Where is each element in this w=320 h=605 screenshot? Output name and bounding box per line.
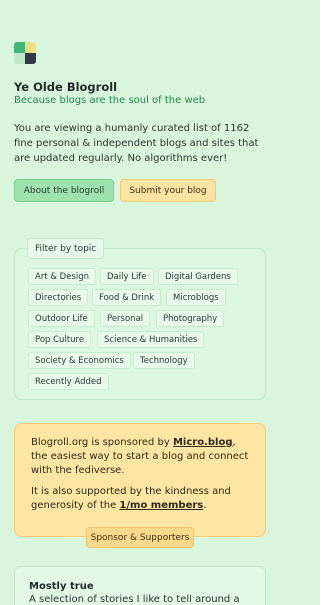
topic-tag-technology[interactable]: Technology xyxy=(133,352,195,369)
topic-tag-food-drink[interactable]: Food & Drink xyxy=(92,289,162,306)
page: Ye Olde Blogroll Because blogs are the s… xyxy=(0,0,280,605)
site-title[interactable]: Ye Olde Blogroll xyxy=(14,80,117,94)
blogroll-logo-icon[interactable] xyxy=(14,42,36,64)
topic-tag-daily-life[interactable]: Daily Life xyxy=(100,268,154,285)
topic-tag-digital-gardens[interactable]: Digital Gardens xyxy=(158,268,238,285)
topic-tag-personal[interactable]: Personal xyxy=(100,310,151,327)
members-text-part: . xyxy=(203,500,207,511)
topic-tag-science-humanities[interactable]: Science & Humanities xyxy=(97,331,205,348)
story-text: A selection of stories I like to tell ar… xyxy=(29,594,240,605)
members-text: It is also supported by the kindness and… xyxy=(31,485,251,513)
story-title: Mostly true xyxy=(29,581,94,592)
sponsor-supporters-button[interactable]: Sponsor & Supporters xyxy=(86,527,194,548)
topic-tag-art-design[interactable]: Art & Design xyxy=(28,268,97,285)
intro-text: You are viewing a humanly curated list o… xyxy=(14,123,259,164)
sponsor-text: Blogroll.org is sponsored by Micro.blog,… xyxy=(31,436,251,478)
topic-tag-recently-added[interactable]: Recently Added xyxy=(28,373,109,390)
site-tagline: Because blogs are the soul of the web xyxy=(14,95,206,106)
topic-tag-pop-culture[interactable]: Pop Culture xyxy=(28,331,92,348)
topic-tag-directories[interactable]: Directories xyxy=(28,289,89,306)
topic-tag-photography[interactable]: Photography xyxy=(156,310,225,327)
topic-tag-outdoor-life[interactable]: Outdoor Life xyxy=(28,310,95,327)
sponsor-panel: Blogroll.org is sponsored by Micro.blog,… xyxy=(14,423,266,537)
members-link[interactable]: 1/mo members xyxy=(119,500,203,511)
about-blogroll-button[interactable]: About the blogroll xyxy=(14,179,114,202)
microblog-link[interactable]: Micro.blog xyxy=(173,437,233,448)
topic-tag-society-economics[interactable]: Society & Economics xyxy=(28,352,131,369)
sponsor-text-part: Blogroll.org is sponsored by xyxy=(31,437,173,448)
topic-filter-legend: Filter by topic xyxy=(27,238,105,259)
submit-blog-button[interactable]: Submit your blog xyxy=(120,179,216,202)
topic-tag-microblogs[interactable]: Microblogs xyxy=(166,289,226,306)
story-card[interactable]: Mostly true A selection of stories I lik… xyxy=(14,566,266,605)
